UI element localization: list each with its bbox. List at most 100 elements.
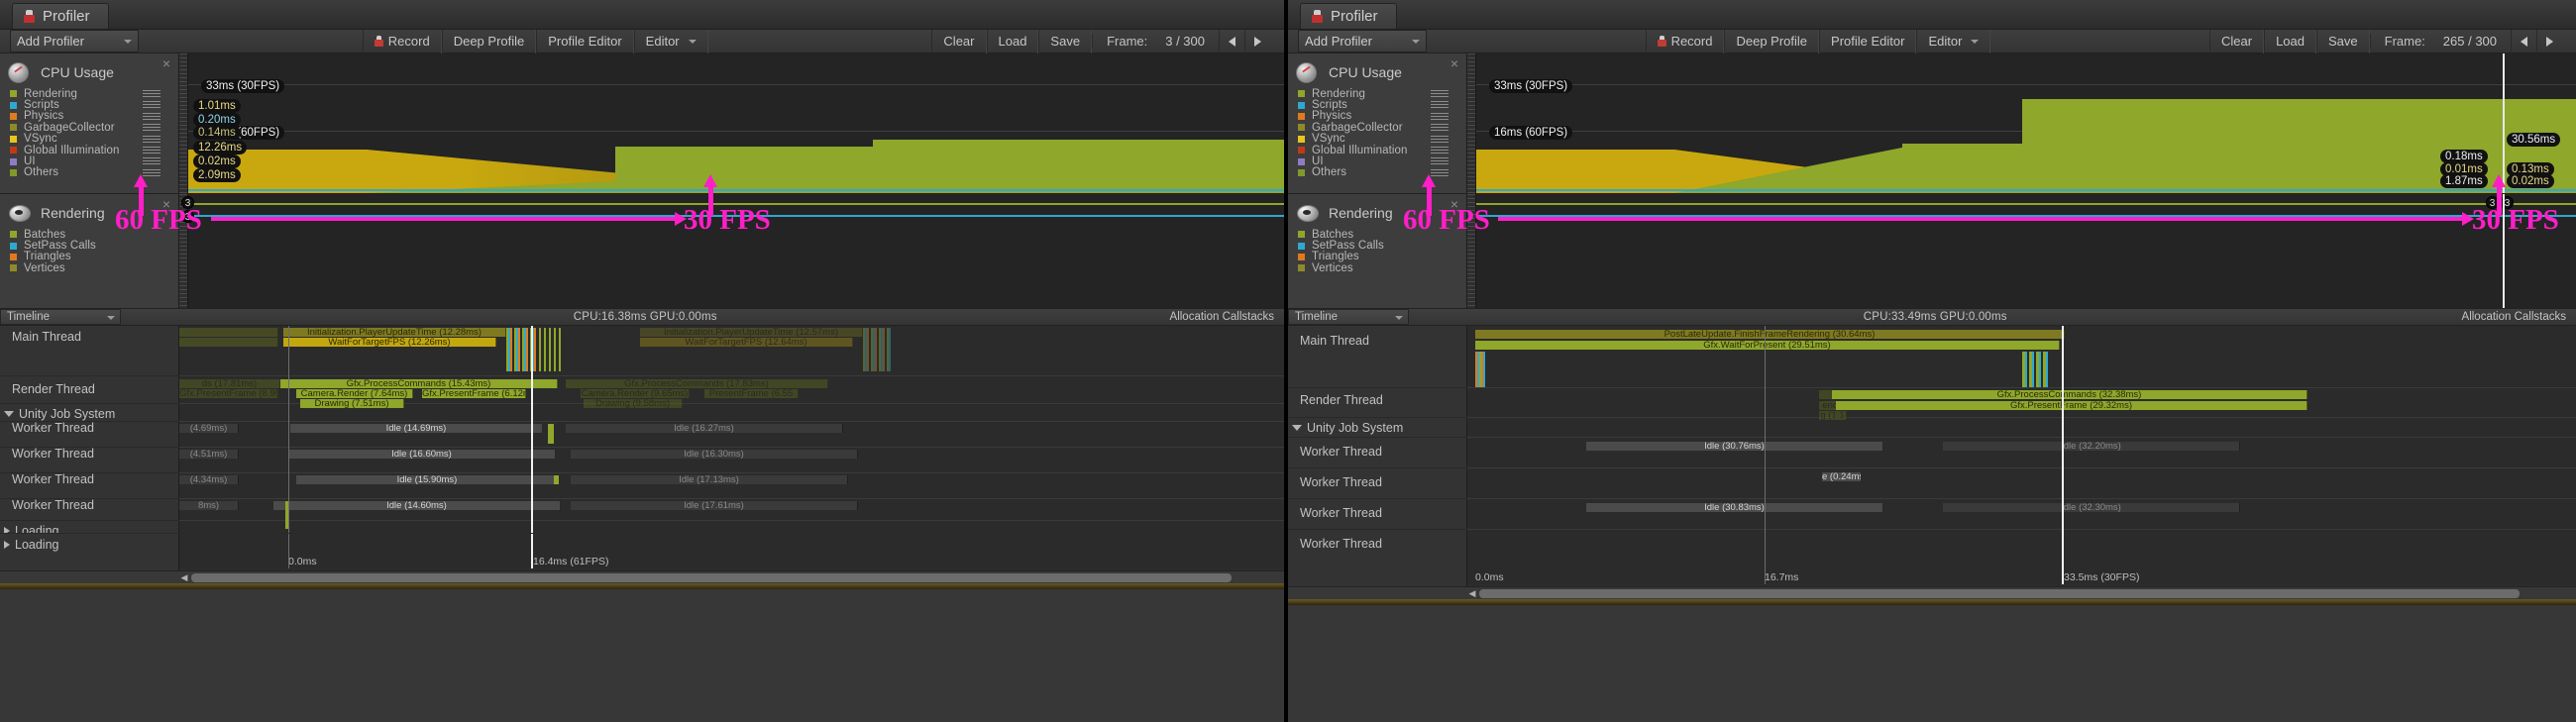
chart-playhead[interactable] [2503,194,2505,308]
close-icon[interactable]: × [1450,56,1458,70]
legend-item-global-illumination[interactable]: Global Illumination [1298,145,1466,156]
rendering-plot[interactable]: 3 3 [1467,194,2576,308]
close-icon[interactable]: × [162,56,170,70]
timeline-bar[interactable]: Idle (30.83ms) [1586,503,1883,512]
timeline-view-dropdown[interactable]: Timeline [0,309,121,325]
timeline-bar[interactable]: WaitForTargetFPS (12.64ms) [640,338,853,347]
timeline-bar[interactable]: Drawing (9.58ms) [584,399,683,408]
legend-item-setpass-calls[interactable]: SetPass Calls [1298,240,1466,252]
timeline-bar[interactable]: Gfx.ProcessCommands (15.43ms) [280,379,558,388]
load-button[interactable]: Load [2264,29,2316,53]
drag-handle-icon[interactable] [1431,124,1449,132]
drag-handle-icon[interactable] [1431,90,1449,97]
timeline-bar[interactable]: g (1.1 [1819,411,1847,420]
allocation-callstacks-button[interactable]: Allocation Callstacks [2462,311,2576,323]
timeline-bar[interactable]: Gfx.WaitForPresent (29.51ms) [1475,341,2060,350]
load-button[interactable]: Load [986,29,1039,53]
timeline-bar[interactable]: Gfx.ProcessCommands (32.38ms) [1832,390,2308,399]
clear-button[interactable]: Clear [2208,29,2265,53]
drag-handle-icon[interactable] [143,157,161,165]
drag-handle-icon[interactable] [1431,101,1449,109]
timeline-bar[interactable]: WaitForTargetFPS (12.26ms) [283,338,496,347]
timeline-bar[interactable]: Drawing (7.51ms) [300,399,404,408]
timeline-bar[interactable]: 8ms) [179,501,239,510]
legend-item-vertices[interactable]: Vertices [1298,262,1466,274]
add-profiler-dropdown[interactable]: Add Profiler [10,30,139,52]
legend-item-vsync[interactable]: VSync [10,133,178,145]
timeline-bar[interactable]: ds (17.81ms) [179,379,280,388]
chart-playhead[interactable] [2503,53,2505,193]
timeline-row-render-thread[interactable]: Render Thread [0,382,179,396]
timeline-track-left[interactable]: Initialization.PlayerUpdateTime (12.28ms… [179,326,1284,533]
scroll-left-icon[interactable]: ◀ [179,572,189,583]
legend-item-triangles[interactable]: Triangles [10,251,178,262]
timeline-bar[interactable]: (4.69ms) [179,424,239,433]
timeline-row-worker-thread-4[interactable]: Worker Thread [1288,537,1467,551]
drag-handle-icon[interactable] [1431,157,1449,165]
timeline-group-unity-job-system[interactable]: Unity Job System [1288,421,1467,435]
drag-handle-icon[interactable] [143,90,161,97]
timeline-row-main-thread[interactable]: Main Thread [1288,334,1467,348]
drag-handle-icon[interactable] [143,135,161,143]
timeline-bar[interactable] [179,328,278,337]
editor-target-dropdown[interactable]: Editor [1916,29,1991,53]
scrollbar-thumb[interactable] [191,572,1232,582]
close-icon[interactable]: × [162,197,170,211]
timeline-bar[interactable]: Initialization.PlayerUpdateTime (12.28ms… [283,328,506,337]
legend-item-scripts[interactable]: Scripts [10,99,178,111]
timeline-horizontal-scrollbar-right[interactable]: ◀ [1288,586,2576,599]
deep-profile-button[interactable]: Deep Profile [441,29,537,53]
timeline-bar-cluster[interactable] [2022,352,2050,387]
legend-item-others[interactable]: Others [1298,166,1466,178]
timeline-bar-cluster[interactable] [863,328,891,371]
legend-item-vertices[interactable]: Vertices [10,262,178,274]
timeline-playhead[interactable] [531,326,533,533]
timeline-bar[interactable]: Idle (16.27ms) [566,424,843,433]
timeline-view-dropdown[interactable]: Timeline [1288,309,1409,325]
legend-item-triangles[interactable]: Triangles [1298,251,1466,262]
timeline-playhead[interactable] [2062,326,2064,570]
timeline-row-main-thread[interactable]: Main Thread [0,330,179,344]
prev-frame-button[interactable] [2511,29,2536,53]
timeline-row-worker-thread-4[interactable]: Worker Thread [0,498,179,512]
drag-handle-icon[interactable] [1431,112,1449,120]
drag-handle-icon[interactable] [1431,168,1449,176]
timeline-group-loading[interactable]: Loading [0,538,179,552]
timeline-row-worker-thread-2[interactable]: Worker Thread [1288,475,1467,489]
legend-item-setpass-calls[interactable]: SetPass Calls [10,240,178,252]
timeline-row-worker-thread-3[interactable]: Worker Thread [1288,506,1467,520]
legend-item-garbagecollector[interactable]: GarbageCollector [10,122,178,134]
rendering-plot[interactable]: 3 3 [179,194,1284,308]
deep-profile-button[interactable]: Deep Profile [1724,29,1820,53]
legend-item-ui[interactable]: UI [10,155,178,167]
scroll-left-icon[interactable]: ◀ [1467,588,1477,599]
legend-item-batches[interactable]: Batches [10,229,178,241]
legend-item-rendering[interactable]: Rendering [1298,88,1466,100]
timeline-bar[interactable]: (4.34ms) [179,475,239,484]
timeline-bar[interactable]: Idle (17.13ms) [571,475,848,484]
timeline-bar[interactable] [554,475,559,484]
next-frame-button[interactable] [2536,29,2562,53]
profile-editor-button[interactable]: Profile Editor [1819,29,1917,53]
legend-item-physics[interactable]: Physics [1298,110,1466,122]
legend-item-rendering[interactable]: Rendering [10,88,178,100]
timeline-bar[interactable] [179,338,278,347]
drag-handle-icon[interactable] [143,146,161,154]
legend-item-global-illumination[interactable]: Global Illumination [10,145,178,156]
timeline-bar[interactable]: PresentFrame (6.55 [704,389,799,398]
timeline-bar[interactable]: Initialization.PlayerUpdateTime (12.57ms… [640,328,863,337]
cpu-usage-plot[interactable]: 33ms (30FPS) 16ms (60FPS) 1.01ms 0.20ms … [179,53,1284,193]
drag-handle-icon[interactable] [143,112,161,120]
legend-item-physics[interactable]: Physics [10,110,178,122]
record-button[interactable]: Record [362,29,442,53]
timeline-row-worker-thread-1[interactable]: Worker Thread [0,421,179,435]
timeline-group-unity-job-system[interactable]: Unity Job System [0,407,179,421]
scrollbar-thumb[interactable] [1479,588,2520,598]
tab-profiler-right[interactable]: Profiler [1300,3,1397,29]
editor-target-dropdown[interactable]: Editor [633,29,708,53]
timeline-bar[interactable]: Idle (16.30ms) [571,450,858,459]
drag-handle-icon[interactable] [1431,135,1449,143]
timeline-bar[interactable]: Camera.Render (7.64ms) [296,389,413,398]
drag-handle-icon[interactable] [1431,146,1449,154]
add-profiler-dropdown[interactable]: Add Profiler [1298,30,1427,52]
